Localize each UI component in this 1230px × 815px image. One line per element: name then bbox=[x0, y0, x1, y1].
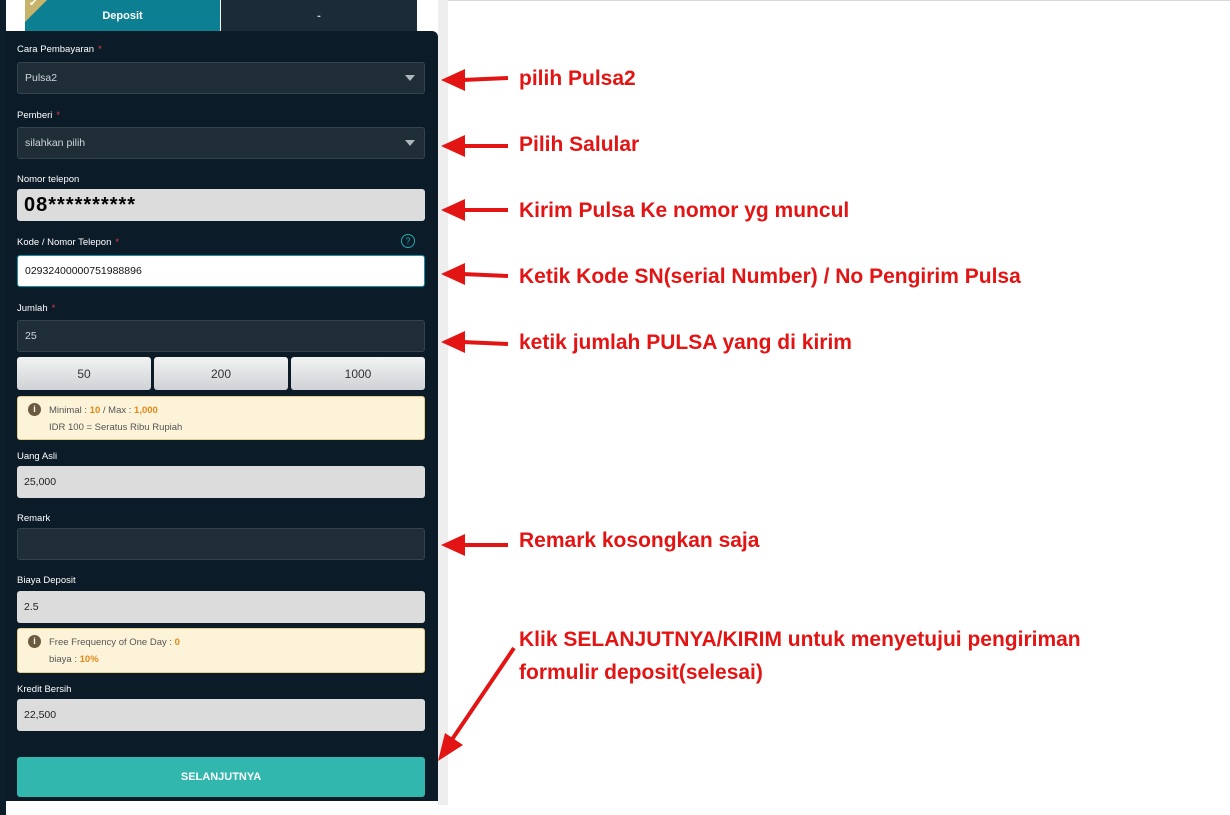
arrow-line bbox=[449, 646, 516, 743]
arrow-head bbox=[441, 263, 465, 285]
arrow-line bbox=[461, 272, 509, 278]
arrow-line bbox=[461, 76, 509, 82]
arrow-head bbox=[441, 199, 465, 221]
annotation-arrows bbox=[438, 69, 516, 761]
arrow-head bbox=[441, 534, 465, 556]
arrow-head bbox=[441, 69, 465, 91]
arrow-head bbox=[441, 331, 465, 353]
arrow-line bbox=[461, 340, 509, 346]
arrow-head bbox=[438, 733, 463, 761]
arrow-head bbox=[441, 135, 465, 157]
